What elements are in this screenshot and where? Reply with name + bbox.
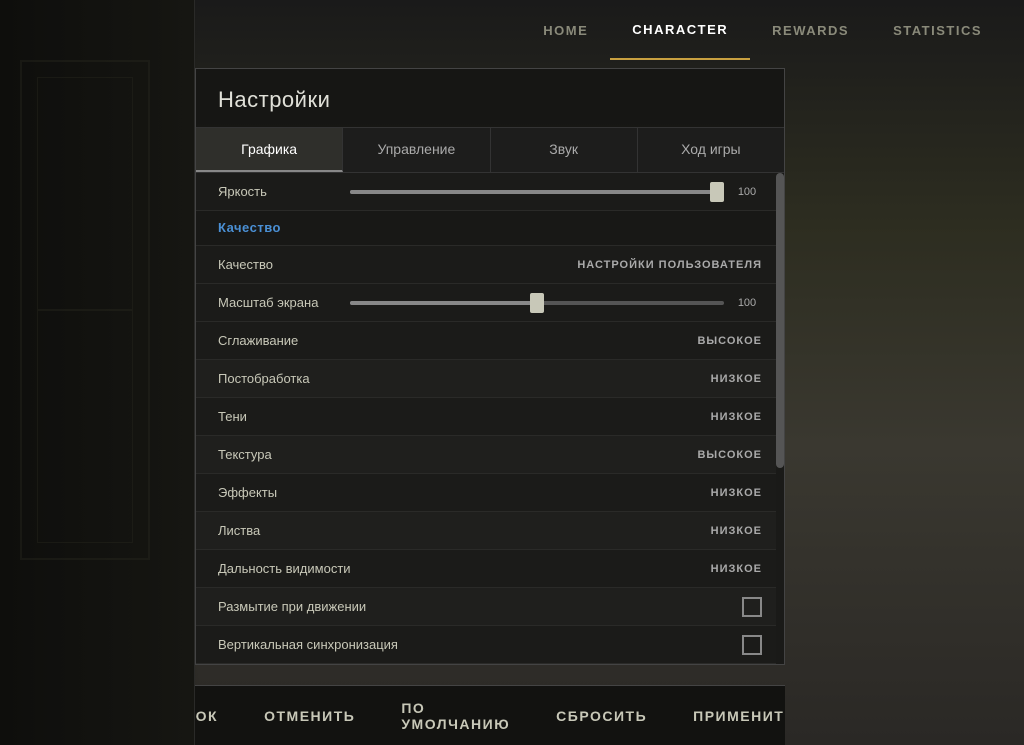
bottom-bar: ОК ОТМЕНИТЬ ПО УМОЛЧАНИЮ СБРОСИТЬ ПРИМЕН… [195, 685, 785, 745]
effects-label: Эффекты [218, 485, 711, 500]
motion-blur-checkbox-container [742, 597, 762, 617]
brightness-fill [350, 190, 724, 194]
view-distance-label: Дальность видимости [218, 561, 711, 576]
settings-tabs: Графика Управление Звук Ход игры [196, 128, 784, 173]
textures-value[interactable]: ВЫСОКОЕ [697, 449, 762, 461]
cancel-button[interactable]: ОТМЕНИТЬ [256, 704, 363, 728]
foliage-value[interactable]: НИЗКОЕ [711, 525, 762, 537]
setting-row-view-distance: Дальность видимости НИЗКОЕ [196, 550, 784, 588]
effects-value[interactable]: НИЗКОЕ [711, 487, 762, 499]
default-button[interactable]: ПО УМОЛЧАНИЮ [393, 696, 518, 736]
nav-item-statistics[interactable]: STATISTICS [871, 0, 1004, 60]
quality-value[interactable]: НАСТРОЙКИ ПОЛЬЗОВАТЕЛЯ [577, 259, 762, 271]
brightness-label: Яркость [218, 184, 338, 199]
brightness-thumb[interactable] [710, 182, 724, 202]
screen-scale-fill [350, 301, 537, 305]
shadows-label: Тени [218, 409, 711, 424]
tab-controls[interactable]: Управление [343, 128, 490, 172]
screen-scale-row: Масштаб экрана 100 [196, 284, 784, 322]
postprocessing-value[interactable]: НИЗКОЕ [711, 373, 762, 385]
settings-body: Яркость 100 Качество Качество НАСТРОЙКИ … [196, 173, 784, 664]
ok-button[interactable]: ОК [188, 704, 226, 728]
screen-scale-thumb[interactable] [530, 293, 544, 313]
screen-scale-slider[interactable]: 100 [350, 297, 762, 309]
setting-row-vsync: Вертикальная синхронизация [196, 626, 784, 664]
door-decoration [20, 60, 150, 560]
setting-row-textures: Текстура ВЫСОКОЕ [196, 436, 784, 474]
tab-graphics[interactable]: Графика [196, 128, 343, 172]
setting-row-foliage: Листва НИЗКОЕ [196, 512, 784, 550]
screen-scale-label: Масштаб экрана [218, 295, 338, 310]
setting-row-quality: Качество НАСТРОЙКИ ПОЛЬЗОВАТЕЛЯ [196, 246, 784, 284]
screen-scale-track[interactable] [350, 301, 724, 305]
brightness-slider[interactable]: 100 [350, 186, 762, 198]
setting-row-motion-blur: Размытие при движении [196, 588, 784, 626]
motion-blur-label: Размытие при движении [218, 599, 742, 614]
setting-row-postprocessing: Постобработка НИЗКОЕ [196, 360, 784, 398]
brightness-track[interactable] [350, 190, 724, 194]
top-navigation: HOME CHARACTER REWARDS STATISTICS [0, 0, 1024, 60]
setting-row-shadows: Тени НИЗКОЕ [196, 398, 784, 436]
vsync-checkbox-container [742, 635, 762, 655]
foliage-label: Листва [218, 523, 711, 538]
nav-item-character[interactable]: CHARACTER [610, 0, 750, 60]
scrollbar[interactable] [776, 173, 784, 664]
nav-item-home[interactable]: HOME [521, 0, 610, 60]
vsync-checkbox[interactable] [742, 635, 762, 655]
shadows-value[interactable]: НИЗКОЕ [711, 411, 762, 423]
brightness-row: Яркость 100 [196, 173, 784, 211]
nav-item-rewards[interactable]: REWARDS [750, 0, 871, 60]
screen-scale-value: 100 [732, 297, 762, 309]
apply-button[interactable]: ПРИМЕНИТ [685, 704, 792, 728]
setting-row-antialiasing: Сглаживание ВЫСОКОЕ [196, 322, 784, 360]
antialiasing-label: Сглаживание [218, 333, 697, 348]
tab-gameplay[interactable]: Ход игры [638, 128, 784, 172]
left-panel [0, 0, 195, 745]
settings-panel: Настройки Графика Управление Звук Ход иг… [195, 68, 785, 665]
reset-button[interactable]: СБРОСИТЬ [548, 704, 655, 728]
setting-row-effects: Эффекты НИЗКОЕ [196, 474, 784, 512]
brightness-value: 100 [732, 186, 762, 198]
motion-blur-checkbox[interactable] [742, 597, 762, 617]
quality-section-header: Качество [196, 211, 784, 246]
postprocessing-label: Постобработка [218, 371, 711, 386]
quality-label: Качество [218, 257, 577, 272]
view-distance-value[interactable]: НИЗКОЕ [711, 563, 762, 575]
tab-sound[interactable]: Звук [491, 128, 638, 172]
antialiasing-value[interactable]: ВЫСОКОЕ [697, 335, 762, 347]
panel-title: Настройки [196, 69, 784, 128]
textures-label: Текстура [218, 447, 697, 462]
scrollbar-thumb[interactable] [776, 173, 784, 468]
quality-section-label: Качество [218, 220, 281, 235]
vsync-label: Вертикальная синхронизация [218, 637, 742, 652]
